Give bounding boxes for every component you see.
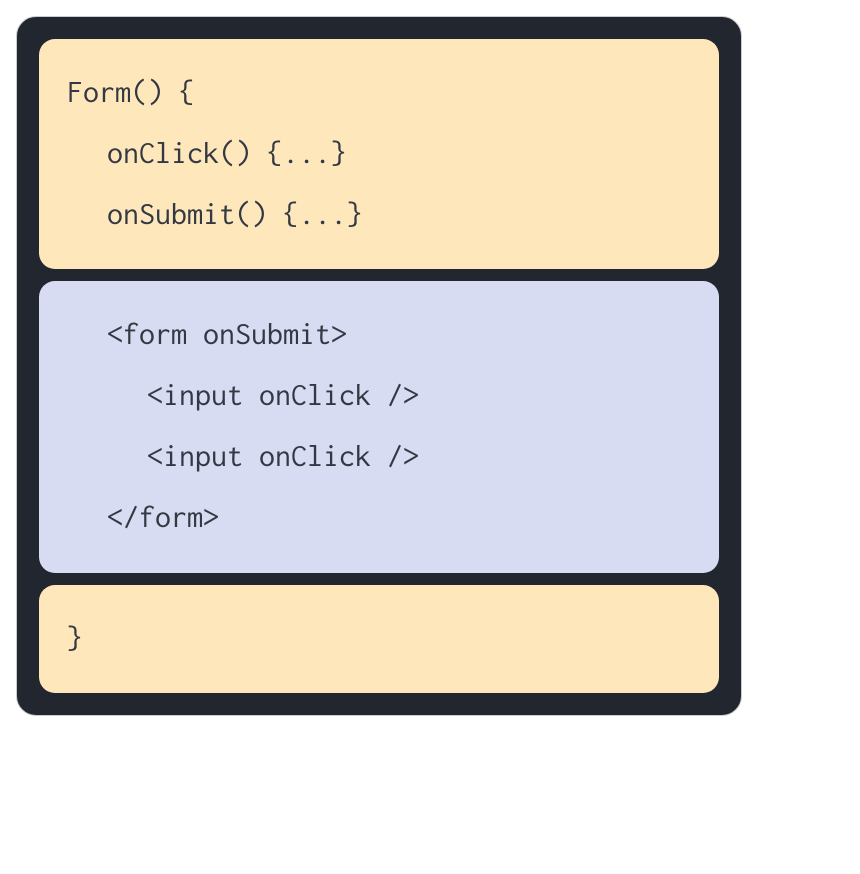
code-line: <form onSubmit> <box>67 305 691 366</box>
code-line: onSubmit() {...} <box>67 185 691 246</box>
component-closing-block: } <box>39 585 719 694</box>
code-line: <input onClick /> <box>67 366 691 427</box>
code-line: <input onClick /> <box>67 427 691 488</box>
code-diagram-container: Form() { onClick() {...} onSubmit() {...… <box>16 16 742 716</box>
code-line: </form> <box>67 488 691 549</box>
code-line: } <box>67 609 691 670</box>
code-line: Form() { <box>67 63 691 124</box>
jsx-render-block: <form onSubmit> <input onClick /> <input… <box>39 281 719 572</box>
component-definition-block: Form() { onClick() {...} onSubmit() {...… <box>39 39 719 269</box>
code-line: onClick() {...} <box>67 124 691 185</box>
